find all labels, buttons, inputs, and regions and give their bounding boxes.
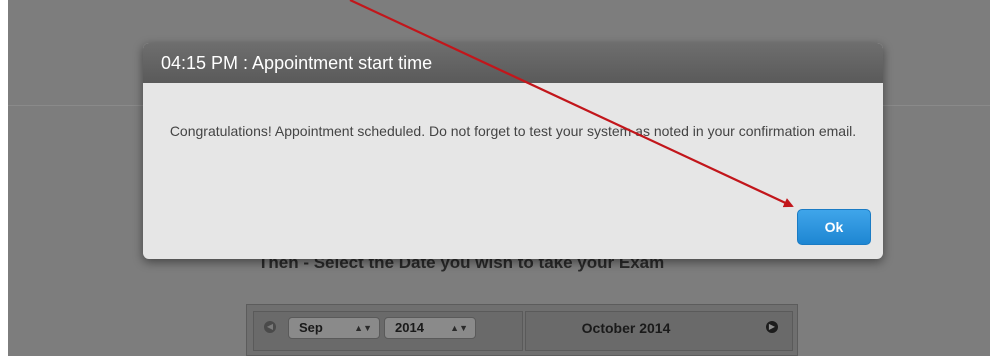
circle-left-icon[interactable]: ◀ [264, 321, 276, 333]
calendar-month-title: October 2014 [581, 320, 671, 336]
appointment-dialog: 04:15 PM : Appointment start time Congra… [143, 43, 883, 259]
date-picker-calendar: ◀ Sep ▲▼ 2014 ▲▼ October 2014 ▶ [246, 304, 798, 356]
calendar-right-panel: October 2014 ▶ [525, 311, 793, 351]
circle-right-icon[interactable]: ▶ [766, 321, 778, 333]
year-select[interactable]: 2014 ▲▼ [384, 317, 476, 339]
updown-arrows-icon: ▲▼ [354, 323, 372, 333]
dialog-header: 04:15 PM : Appointment start time [143, 43, 883, 83]
updown-arrows-icon: ▲▼ [450, 323, 468, 333]
calendar-left-panel: ◀ Sep ▲▼ 2014 ▲▼ [253, 311, 523, 351]
screen: Then - Select the Date you wish to take … [0, 0, 990, 356]
dialog-message: Congratulations! Appointment scheduled. … [169, 123, 857, 139]
month-select-value: Sep [299, 320, 323, 335]
year-select-value: 2014 [395, 320, 424, 335]
dialog-title: 04:15 PM : Appointment start time [161, 53, 433, 73]
ok-button[interactable]: Ok [797, 209, 871, 245]
month-select[interactable]: Sep ▲▼ [288, 317, 380, 339]
